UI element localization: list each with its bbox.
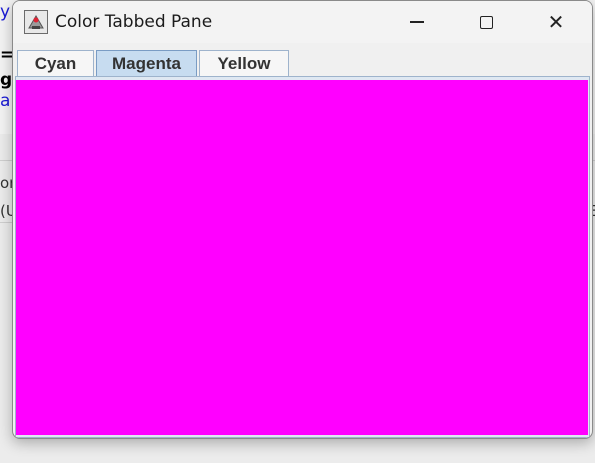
tab-label: Cyan — [34, 53, 77, 73]
tab-magenta[interactable]: Magenta — [96, 50, 197, 76]
minimize-icon — [410, 21, 424, 23]
background-divider — [0, 222, 12, 223]
java-app-icon — [24, 10, 48, 34]
background-text: y — [0, 2, 11, 22]
background-text: g — [0, 70, 13, 90]
title-bar[interactable]: Color Tabbed Pane ✕ — [13, 1, 592, 43]
close-icon: ✕ — [547, 10, 565, 34]
minimize-button[interactable] — [394, 1, 440, 43]
tab-label: Magenta — [112, 53, 181, 73]
tab-cyan[interactable]: Cyan — [17, 50, 94, 76]
tab-yellow[interactable]: Yellow — [199, 50, 289, 76]
tab-strip: Cyan Magenta Yellow — [15, 48, 590, 76]
close-button[interactable]: ✕ — [533, 1, 579, 43]
tab-label: Yellow — [217, 53, 271, 73]
color-tabbed-pane-window: Color Tabbed Pane ✕ Cyan Magenta Yellow — [12, 0, 593, 439]
maximize-icon — [479, 15, 493, 29]
background-text: a — [0, 91, 11, 111]
color-panel-magenta — [16, 80, 588, 435]
maximize-button[interactable] — [463, 1, 509, 43]
window-title: Color Tabbed Pane — [55, 12, 213, 32]
tabbed-pane: Cyan Magenta Yellow — [15, 48, 590, 438]
